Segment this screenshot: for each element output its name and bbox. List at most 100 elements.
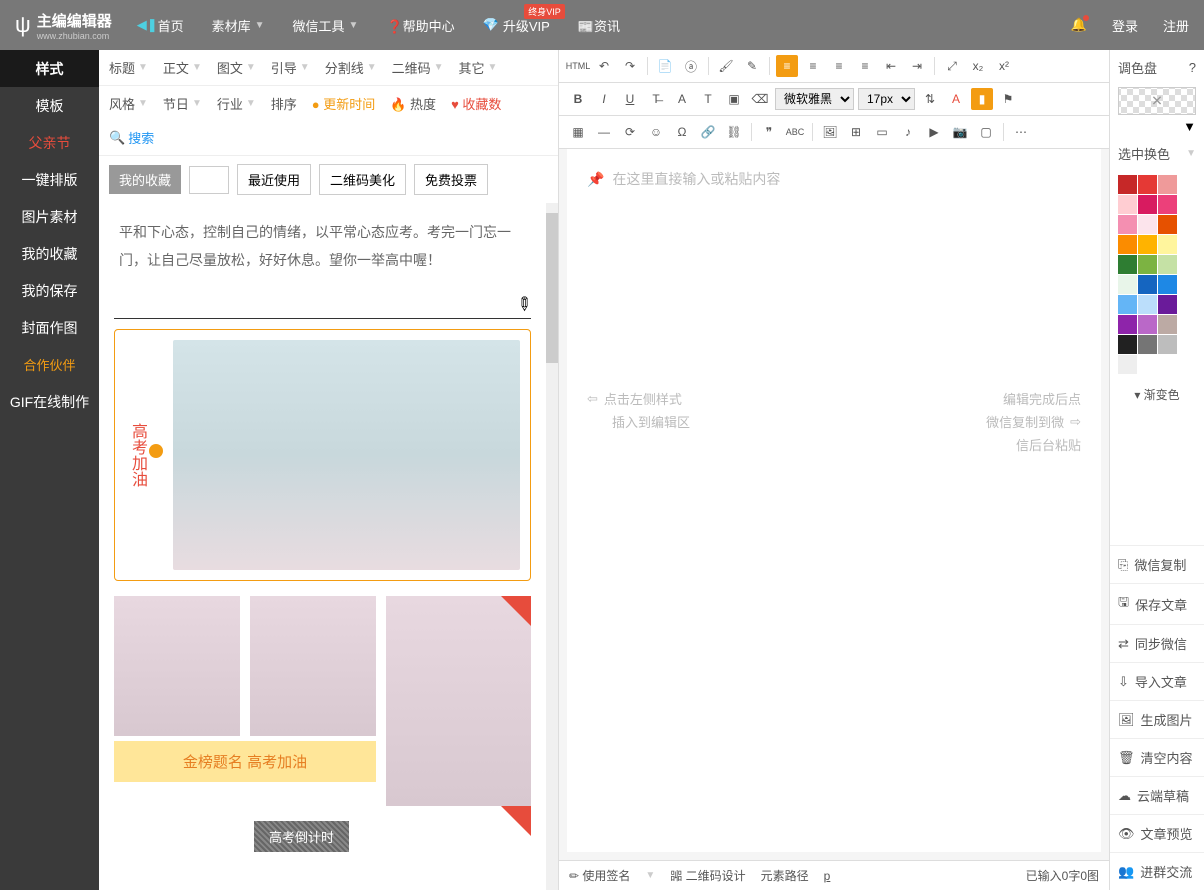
color-swatch[interactable] bbox=[1118, 255, 1137, 274]
align-justify-icon[interactable]: ≡ bbox=[854, 55, 876, 77]
transparent-swatch[interactable] bbox=[1118, 87, 1196, 115]
pen-icon[interactable]: ✎ bbox=[741, 55, 763, 77]
font-size-select[interactable]: 17px bbox=[858, 88, 915, 110]
color-swatch[interactable] bbox=[1138, 295, 1157, 314]
color-swatch[interactable] bbox=[1158, 215, 1177, 234]
color-swatch[interactable] bbox=[1138, 315, 1157, 334]
filter-divider[interactable]: 分割线 ▼ bbox=[325, 58, 377, 77]
tv-icon[interactable]: ▢ bbox=[975, 121, 997, 143]
filter-guide[interactable]: 引导 ▼ bbox=[271, 58, 310, 77]
action-清空内容[interactable]: 🗑清空内容 bbox=[1110, 738, 1204, 776]
redo-icon[interactable]: ↷ bbox=[619, 55, 641, 77]
font-color-icon[interactable]: A bbox=[671, 88, 693, 110]
color-swatch[interactable] bbox=[1138, 275, 1157, 294]
filter-qrcode[interactable]: 二维码 ▼ bbox=[392, 58, 444, 77]
color-swatch[interactable] bbox=[1118, 215, 1137, 234]
html-button[interactable]: HTML bbox=[567, 55, 589, 77]
sub-icon[interactable]: x₂ bbox=[967, 55, 989, 77]
color-swatch[interactable] bbox=[1138, 335, 1157, 354]
filter-other[interactable]: 其它 ▼ bbox=[459, 58, 498, 77]
indent-right-icon[interactable]: ⇥ bbox=[906, 55, 928, 77]
nav-help[interactable]: ❓帮助中心 bbox=[386, 16, 454, 35]
footer-path[interactable]: p bbox=[824, 869, 831, 883]
login-link[interactable]: 登录 bbox=[1112, 16, 1138, 35]
color-swatch[interactable] bbox=[1158, 275, 1177, 294]
tag-qr-beautify[interactable]: 二维码美化 bbox=[319, 164, 406, 195]
nav-home[interactable]: 首页 bbox=[158, 16, 184, 35]
sidebar-item-style[interactable]: 样式 bbox=[0, 50, 99, 87]
film-icon[interactable]: ▭ bbox=[871, 121, 893, 143]
color-swatch[interactable] bbox=[1158, 255, 1177, 274]
sidebar-item-fathers-day[interactable]: 父亲节 bbox=[0, 124, 99, 161]
code-icon[interactable]: ⟳ bbox=[619, 121, 641, 143]
filter-style[interactable]: 风格 ▼ bbox=[109, 94, 148, 113]
line-height-icon[interactable]: ⇅ bbox=[919, 88, 941, 110]
material-thumb[interactable] bbox=[250, 596, 376, 736]
sidebar-item-favorites[interactable]: 我的收藏 bbox=[0, 235, 99, 272]
color-swatch[interactable] bbox=[1158, 335, 1177, 354]
sidebar-item-template[interactable]: 模板 bbox=[0, 87, 99, 124]
color-swatch[interactable] bbox=[1158, 315, 1177, 334]
gradient-link[interactable]: ▾ 渐变色 bbox=[1110, 378, 1204, 411]
color-swatch[interactable] bbox=[1118, 195, 1137, 214]
font-family-select[interactable]: 微软雅黑 bbox=[775, 88, 854, 110]
nav-upgrade-vip[interactable]: 💎 升级VIP终身VIP bbox=[483, 16, 550, 35]
dropdown-icon[interactable]: ▼ bbox=[1183, 119, 1196, 134]
more-icon[interactable]: ⋯ bbox=[1010, 121, 1032, 143]
italic-icon[interactable]: I bbox=[593, 88, 615, 110]
expand-icon[interactable]: ⤢ bbox=[941, 55, 963, 77]
sidebar-item-partners[interactable]: 合作伙伴 bbox=[0, 346, 99, 383]
help-icon[interactable]: ? bbox=[1189, 60, 1196, 75]
sort-updated[interactable]: ● 更新时间 bbox=[312, 94, 375, 113]
color-swatch[interactable] bbox=[1118, 175, 1137, 194]
color-swatch[interactable] bbox=[1138, 255, 1157, 274]
action-导入文章[interactable]: ⇩导入文章 bbox=[1110, 662, 1204, 700]
filter-industry[interactable]: 行业 ▼ bbox=[217, 94, 256, 113]
align-left-icon[interactable]: ≡ bbox=[776, 55, 798, 77]
tag-input[interactable] bbox=[189, 166, 229, 194]
quote-icon[interactable]: ❞ bbox=[758, 121, 780, 143]
text-color-icon[interactable]: A bbox=[945, 88, 967, 110]
color-swatch[interactable] bbox=[1158, 295, 1177, 314]
color-swatch[interactable] bbox=[1158, 175, 1177, 194]
color-swatch[interactable] bbox=[1138, 175, 1157, 194]
color-swatch[interactable] bbox=[1118, 275, 1137, 294]
strike-icon[interactable]: T̶ bbox=[645, 88, 667, 110]
sort-hot[interactable]: 🔥 热度 bbox=[390, 94, 436, 113]
action-进群交流[interactable]: 👥进群交流 bbox=[1110, 852, 1204, 890]
material-text[interactable]: 平和下心态，控制自己的情绪，以平常心态应考。考完一门忘一门，让自己尽量放松，好好… bbox=[114, 213, 531, 279]
sidebar-item-cover[interactable]: 封面作图 bbox=[0, 309, 99, 346]
scrollbar[interactable] bbox=[546, 203, 558, 890]
camera-icon[interactable]: 📷 bbox=[949, 121, 971, 143]
undo-icon[interactable]: ↶ bbox=[593, 55, 615, 77]
action-云端草稿[interactable]: ☁云端草稿 bbox=[1110, 776, 1204, 814]
material-thumb-tall[interactable] bbox=[386, 596, 531, 806]
underline-icon[interactable]: U bbox=[619, 88, 641, 110]
action-生成图片[interactable]: 🖼生成图片 bbox=[1110, 700, 1204, 738]
sidebar-item-images[interactable]: 图片素材 bbox=[0, 198, 99, 235]
table-icon[interactable]: ▦ bbox=[567, 121, 589, 143]
indent-left-icon[interactable]: ⇤ bbox=[880, 55, 902, 77]
material-banner[interactable]: 金榜题名 高考加油 bbox=[114, 741, 376, 782]
color-swatch[interactable] bbox=[1138, 195, 1157, 214]
logo[interactable]: ψ 主编编辑器 www.zhubian.com bbox=[15, 10, 112, 41]
material-card[interactable]: 高考加油 bbox=[114, 329, 531, 581]
footer-qrcode[interactable]: 嘂 二维码设计 bbox=[670, 867, 745, 884]
video-icon[interactable]: ▶ bbox=[923, 121, 945, 143]
clear-icon[interactable]: ⌫ bbox=[749, 88, 771, 110]
highlight-icon[interactable]: ▮ bbox=[971, 88, 993, 110]
color-swatch[interactable] bbox=[1118, 355, 1137, 374]
tag-favorites[interactable]: 我的收藏 bbox=[109, 165, 181, 194]
gallery-icon[interactable]: ⊞ bbox=[845, 121, 867, 143]
sidebar-item-saved[interactable]: 我的保存 bbox=[0, 272, 99, 309]
color-swatch[interactable] bbox=[1158, 195, 1177, 214]
editor-content[interactable]: 📌在这里直接输入或粘贴内容 ⇦点击左侧样式 插入到编辑区 编辑完成后点 微信复制… bbox=[567, 149, 1101, 852]
link-icon[interactable]: 🔗 bbox=[697, 121, 719, 143]
nav-materials[interactable]: 素材库▼ bbox=[212, 16, 265, 35]
new-doc-icon[interactable]: 📄 bbox=[654, 55, 676, 77]
material-countdown[interactable]: 高考倒计时 bbox=[254, 821, 349, 852]
flag-icon[interactable]: ⚑ bbox=[997, 88, 1019, 110]
filter-body[interactable]: 正文 ▼ bbox=[163, 58, 202, 77]
action-文章预览[interactable]: 👁文章预览 bbox=[1110, 814, 1204, 852]
brush-icon[interactable]: 🖌 bbox=[715, 55, 737, 77]
